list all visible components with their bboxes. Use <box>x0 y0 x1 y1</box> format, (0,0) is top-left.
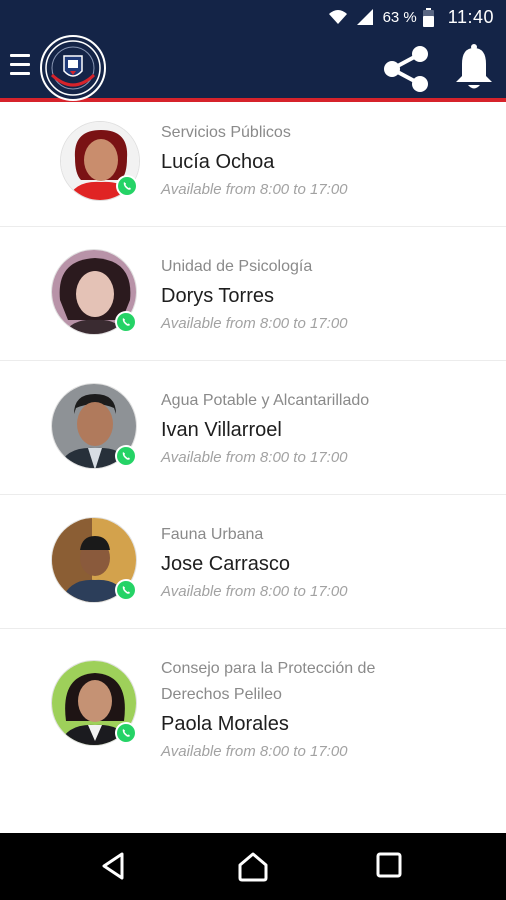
contact-availability: Available from 8:00 to 17:00 <box>161 743 348 760</box>
whatsapp-icon <box>116 175 138 197</box>
contact-department: Unidad de Psicología <box>161 258 313 275</box>
contact-department: Consejo para la Protección de Derechos P… <box>161 660 376 703</box>
avatar <box>51 249 139 337</box>
contact-list: Servicios Públicos Lucía Ochoa Available… <box>0 106 506 789</box>
recents-icon[interactable] <box>374 850 404 885</box>
contact-name: Dorys Torres <box>161 285 274 307</box>
contact-row[interactable]: Unidad de Psicología Dorys Torres Availa… <box>0 227 506 361</box>
avatar <box>60 121 140 201</box>
home-icon[interactable] <box>236 850 270 889</box>
navigation-bar <box>0 833 506 900</box>
contact-name: Jose Carrasco <box>161 553 290 575</box>
contact-department: Servicios Públicos <box>161 124 291 141</box>
avatar <box>51 660 139 748</box>
battery-icon <box>422 7 434 27</box>
contact-availability: Available from 8:00 to 17:00 <box>161 315 348 332</box>
battery-percentage: 63 % <box>382 8 417 26</box>
app-bar <box>0 34 506 102</box>
whatsapp-icon <box>115 311 137 333</box>
contact-name: Lucía Ochoa <box>161 151 275 173</box>
contact-row[interactable]: Fauna Urbana Jose Carrasco Available fro… <box>0 495 506 629</box>
whatsapp-icon <box>115 722 137 744</box>
contact-name: Ivan Villarroel <box>161 419 282 441</box>
bell-icon[interactable] <box>452 44 496 94</box>
contact-availability: Available from 8:00 to 17:00 <box>161 181 348 198</box>
avatar <box>51 517 139 605</box>
back-icon[interactable] <box>98 850 130 887</box>
app-logo[interactable] <box>40 35 106 101</box>
contact-department: Fauna Urbana <box>161 526 264 543</box>
share-icon[interactable] <box>380 44 432 94</box>
whatsapp-icon <box>115 579 137 601</box>
whatsapp-icon <box>115 445 137 467</box>
clock: 11:40 <box>447 6 494 27</box>
status-bar: 63 % 11:40 <box>0 0 506 34</box>
contact-row[interactable]: Agua Potable y Alcantarillado Ivan Villa… <box>0 361 506 495</box>
contact-name: Paola Morales <box>161 713 289 735</box>
wifi-icon <box>327 8 349 26</box>
contact-row[interactable]: Servicios Públicos Lucía Ochoa Available… <box>0 106 506 227</box>
signal-icon <box>355 8 375 26</box>
avatar <box>51 383 139 471</box>
contact-availability: Available from 8:00 to 17:00 <box>161 583 348 600</box>
contact-department: Agua Potable y Alcantarillado <box>161 392 370 409</box>
menu-icon[interactable] <box>10 54 30 82</box>
contact-availability: Available from 8:00 to 17:00 <box>161 449 348 466</box>
contact-row[interactable]: Consejo para la Protección de Derechos P… <box>0 629 506 789</box>
